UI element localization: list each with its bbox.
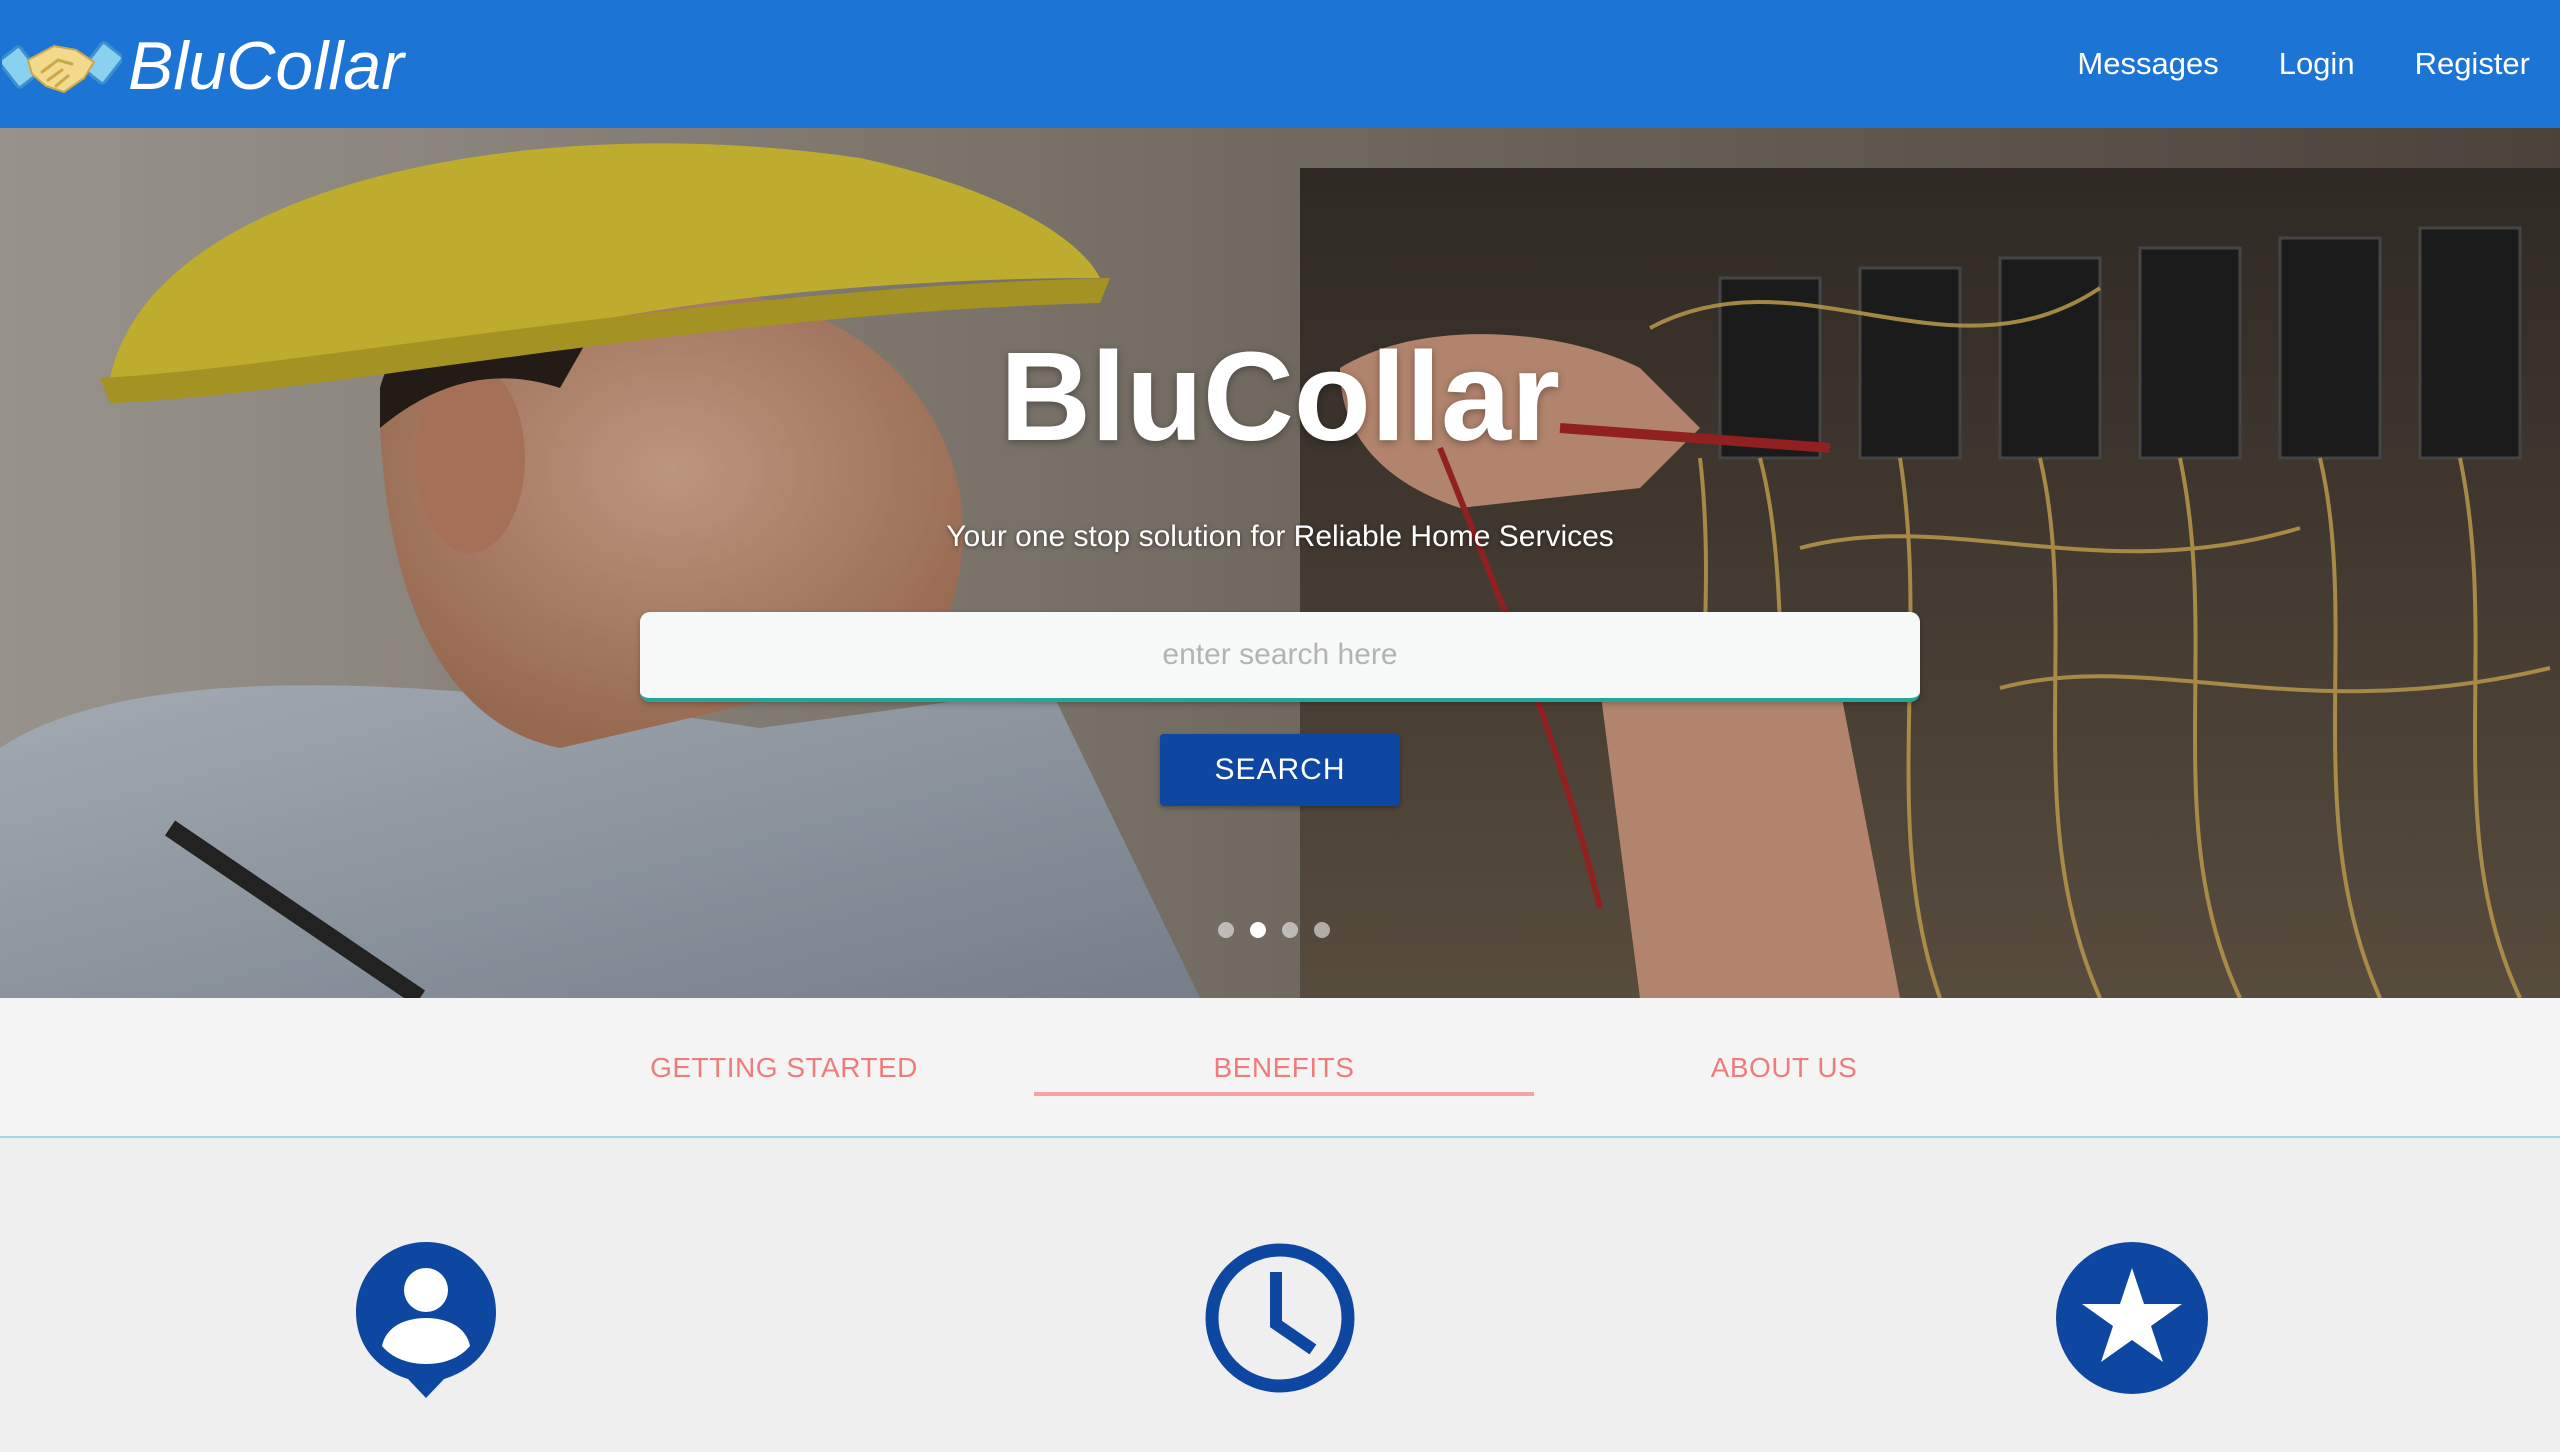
hero-subtitle: Your one stop solution for Reliable Home… (946, 520, 1614, 553)
hero-carousel: BluCollar Your one stop solution for Rel… (0, 128, 2560, 998)
search-button[interactable]: SEARCH (1160, 734, 1400, 806)
tab-about-us[interactable]: ABOUT US (1534, 998, 2034, 1138)
active-tab-indicator (1034, 1092, 1534, 1096)
search-input[interactable] (640, 612, 1920, 698)
carousel-dot-1[interactable] (1218, 922, 1234, 938)
hero-title: BluCollar (999, 326, 1561, 467)
brand[interactable]: BluCollar (0, 0, 404, 128)
tab-getting-started[interactable]: GETTING STARTED (534, 998, 1034, 1138)
carousel-dot-4[interactable] (1314, 922, 1330, 938)
carousel-indicators (1218, 922, 1346, 938)
brand-name: BluCollar (128, 28, 404, 104)
carousel-dot-2[interactable] (1250, 922, 1266, 938)
star-icon (2056, 1242, 2208, 1394)
carousel-dot-3[interactable] (1282, 922, 1298, 938)
clock-icon (1205, 1243, 1355, 1393)
tab-benefits[interactable]: BENEFITS (1034, 998, 1534, 1138)
navbar: BluCollar Messages Login Register (0, 0, 2560, 128)
nav-links: Messages Login Register (2017, 0, 2560, 128)
nav-register-link[interactable]: Register (2415, 46, 2530, 82)
benefits-section (0, 1140, 2560, 1452)
nav-messages-link[interactable]: Messages (2077, 46, 2218, 82)
section-tabs: GETTING STARTED BENEFITS ABOUT US (0, 998, 2560, 1138)
handshake-icon (2, 41, 122, 94)
search-box (640, 612, 1920, 702)
nav-login-link[interactable]: Login (2279, 46, 2355, 82)
hero-overlay (0, 128, 2560, 998)
user-pin-icon (356, 1242, 496, 1398)
